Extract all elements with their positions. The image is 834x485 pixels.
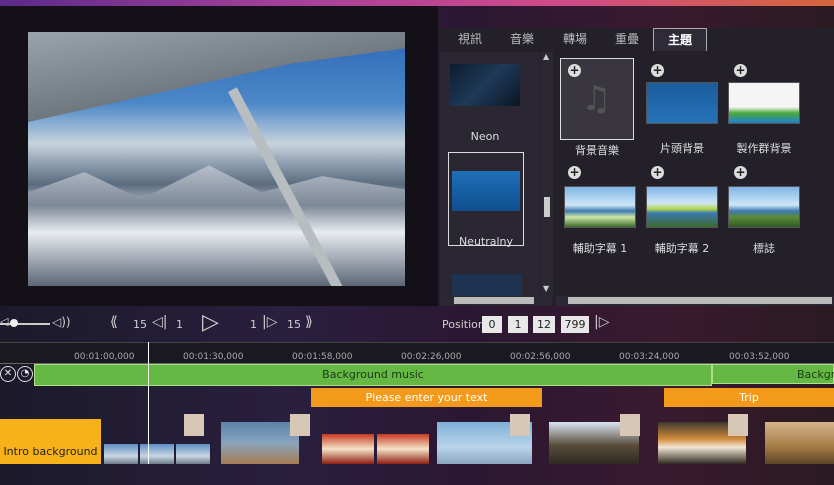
music-track-clip[interactable]: Background music [34,364,712,386]
theme-neutralny[interactable]: Neutralny [448,152,524,248]
frame-back-step: 1 [176,318,183,331]
text-track-clip[interactable]: Please enter your text [311,388,542,407]
ruler-tick: 00:02:26,000 [401,352,462,362]
hscroll-thumb-2[interactable] [568,297,832,304]
fast-forward-icon[interactable]: ⟫ [305,314,313,330]
item-subtitle-1[interactable]: 輔助字幕 1 [563,186,637,256]
add-icon[interactable]: + [568,166,581,179]
ruler-tick: 00:03:52,000 [729,352,790,362]
transport-bar: ◁ ◁)) ⟪ 15 ◁| 1 ▷ 1 |▷ 15 ⟫ Position: 0 … [0,306,834,342]
theme-neutralny-label: Neutralny [458,235,514,248]
theme-neutralny-thumb [452,171,520,211]
clip-badge [184,414,204,436]
photo-clip-jeans[interactable] [221,422,299,464]
forward-step: 15 [287,318,301,331]
item-label: 背景音樂 [575,144,619,157]
item-thumb [564,186,636,228]
photo-clip-red[interactable] [377,434,429,464]
frame-back-icon[interactable]: ◁| [152,314,167,330]
item-label: 製作群背景 [736,142,792,155]
frame-forward-icon[interactable]: |▷ [262,314,277,330]
video-clip[interactable] [104,444,138,464]
item-label: 輔助字幕 1 [572,242,628,255]
tab-transitions[interactable]: 轉場 [554,28,596,50]
theme-third-thumb[interactable] [452,274,522,296]
item-thumb [646,82,718,124]
add-icon[interactable]: + [734,166,747,179]
preview-wing [28,32,405,122]
jump-end-icon[interactable]: |▷ [594,314,609,330]
remove-track-icon[interactable]: ✕ [0,366,16,382]
grid-hscrollbar[interactable] [556,296,834,306]
item-logo[interactable]: 標誌 [727,186,801,256]
intro-background-clip[interactable]: Intro background [0,419,101,464]
item-subtitle-2[interactable]: 輔助字幕 2 [645,186,719,256]
tab-video[interactable]: 視訊 [450,28,490,50]
ruler-tick: 00:01:30,000 [183,352,244,362]
play-icon[interactable]: ▷ [202,310,219,335]
theme-neon-label: Neon [470,130,500,143]
video-preview-area [0,6,438,306]
clip-badge [620,414,640,436]
volume-icon[interactable]: ◁)) [52,315,71,329]
item-intro-background[interactable]: 片頭背景 [645,82,719,156]
position-seconds[interactable]: 12 [533,316,555,333]
playhead[interactable] [148,342,149,464]
position-minutes[interactable]: 1 [508,316,528,333]
rewind-step: 15 [133,318,147,331]
item-thumb [728,82,800,124]
theme-list-scrollbar[interactable]: ▲ ▼ [541,52,553,297]
scroll-thumb[interactable] [544,197,550,217]
preview-mountains [28,165,405,286]
position-hours[interactable]: 0 [482,316,502,333]
mute-icon[interactable]: ◁ [0,315,8,328]
add-icon[interactable]: + [651,166,664,179]
scroll-up-icon[interactable]: ▲ [543,52,549,61]
item-label: 片頭背景 [660,142,704,155]
ruler-tick: 00:01:00,000 [74,352,135,362]
item-credits-background[interactable]: 製作群背景 [727,82,801,156]
clip-badge [728,414,748,436]
frame-fwd-step: 1 [250,318,257,331]
photo-clip-ruins[interactable] [765,422,834,464]
add-icon[interactable]: + [568,64,581,77]
timeline-ruler[interactable]: 00:01:00,000 00:01:30,000 00:01:58,000 0… [0,342,834,365]
item-thumb [646,186,718,228]
video-clip[interactable] [140,444,174,464]
video-clip[interactable] [176,444,210,464]
clip-badge [510,414,530,436]
ruler-tick: 00:01:58,000 [292,352,353,362]
track-options-icon[interactable]: ◔ [17,366,33,382]
ruler-tick: 00:03:24,000 [619,352,680,362]
item-thumb [728,186,800,228]
ruler-tick: 00:02:56,000 [510,352,571,362]
music-track-clip-2[interactable]: Backgro [712,364,834,384]
tab-themes[interactable]: 主題 [653,28,707,51]
item-label: 標誌 [753,242,775,255]
tab-overlays[interactable]: 重疊 [606,28,648,50]
photo-clip-red[interactable] [322,434,374,464]
video-preview[interactable] [28,32,405,286]
rewind-icon[interactable]: ⟪ [110,314,118,330]
position-ms[interactable]: 799 [561,316,589,333]
hscroll-thumb[interactable] [454,297,534,304]
add-icon[interactable]: + [734,64,747,77]
theme-neon-thumb [450,64,520,106]
item-label: 輔助字幕 2 [654,242,710,255]
music-note-icon: ♫ [581,79,612,119]
add-icon[interactable]: + [651,64,664,77]
tab-music[interactable]: 音樂 [502,28,542,50]
trip-text-clip[interactable]: Trip [664,388,834,407]
scroll-down-icon[interactable]: ▼ [543,284,549,293]
library-tabs: 視訊 音樂 轉場 重疊 主題 [440,28,834,52]
theme-list-hscrollbar[interactable] [440,296,552,306]
volume-knob[interactable] [10,319,18,327]
theme-neon[interactable]: Neon [448,64,522,143]
clip-badge [290,414,310,436]
